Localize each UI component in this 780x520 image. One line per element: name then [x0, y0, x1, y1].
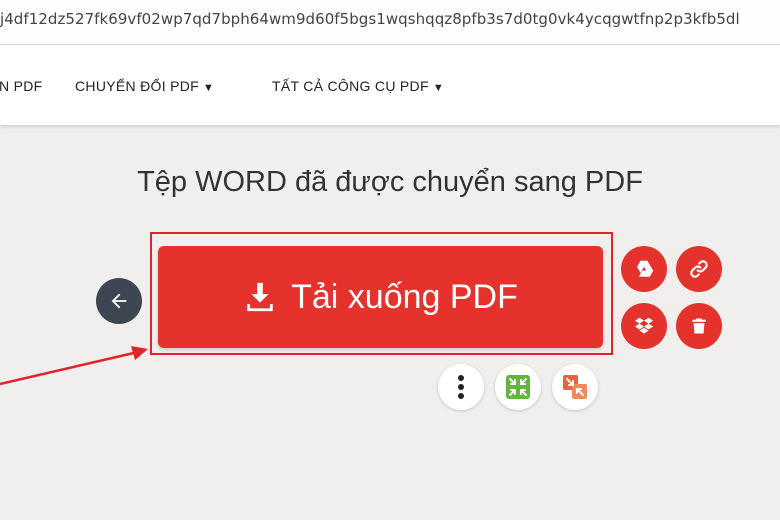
annotation-arrow — [0, 346, 148, 386]
link-icon — [690, 260, 708, 278]
dropbox-icon — [634, 317, 654, 334]
compress-icon — [506, 375, 530, 399]
caret-down-icon: ▼ — [432, 82, 445, 94]
back-button[interactable] — [96, 278, 142, 324]
address-bar-url[interactable]: j4df12dz527fk69vf02wp7qd7bph64wm9d60f5bg… — [0, 10, 740, 28]
page-title: Tệp WORD đã được chuyển sang PDF — [137, 166, 643, 198]
nav-item-all-tools-label: TẤT CẢ CÔNG CỤ PDF — [272, 78, 429, 94]
trash-icon — [692, 318, 706, 334]
arrow-left-icon — [111, 293, 127, 309]
more-options-button[interactable] — [438, 364, 484, 410]
split-pdf-button[interactable] — [552, 364, 598, 410]
google-drive-icon — [637, 260, 654, 277]
nav-item-partial[interactable]: N PDF — [0, 78, 43, 94]
address-bar[interactable]: j4df12dz527fk69vf02wp7qd7bph64wm9d60f5bg… — [0, 0, 780, 45]
nav-item-convert-pdf[interactable]: CHUYỂN ĐỔI PDF ▼ — [75, 78, 214, 94]
save-to-drive-button[interactable] — [621, 246, 667, 292]
split-icon — [563, 375, 587, 399]
nav-item-all-tools[interactable]: TẤT CẢ CÔNG CỤ PDF ▼ — [272, 78, 444, 94]
download-pdf-label: Tải xuống PDF — [291, 277, 518, 316]
download-pdf-button[interactable]: Tải xuống PDF — [158, 246, 603, 348]
compress-pdf-button[interactable] — [495, 364, 541, 410]
caret-down-icon: ▼ — [203, 82, 215, 94]
top-navigation: N PDF CHUYỂN ĐỔI PDF ▼ TẤT CẢ CÔNG CỤ PDF… — [0, 45, 780, 125]
delete-button[interactable] — [676, 303, 722, 349]
save-to-dropbox-button[interactable] — [621, 303, 667, 349]
share-link-button[interactable] — [676, 246, 722, 292]
more-vertical-icon — [458, 375, 464, 399]
download-icon — [247, 282, 273, 312]
nav-item-convert-pdf-label: CHUYỂN ĐỔI PDF — [75, 78, 199, 94]
